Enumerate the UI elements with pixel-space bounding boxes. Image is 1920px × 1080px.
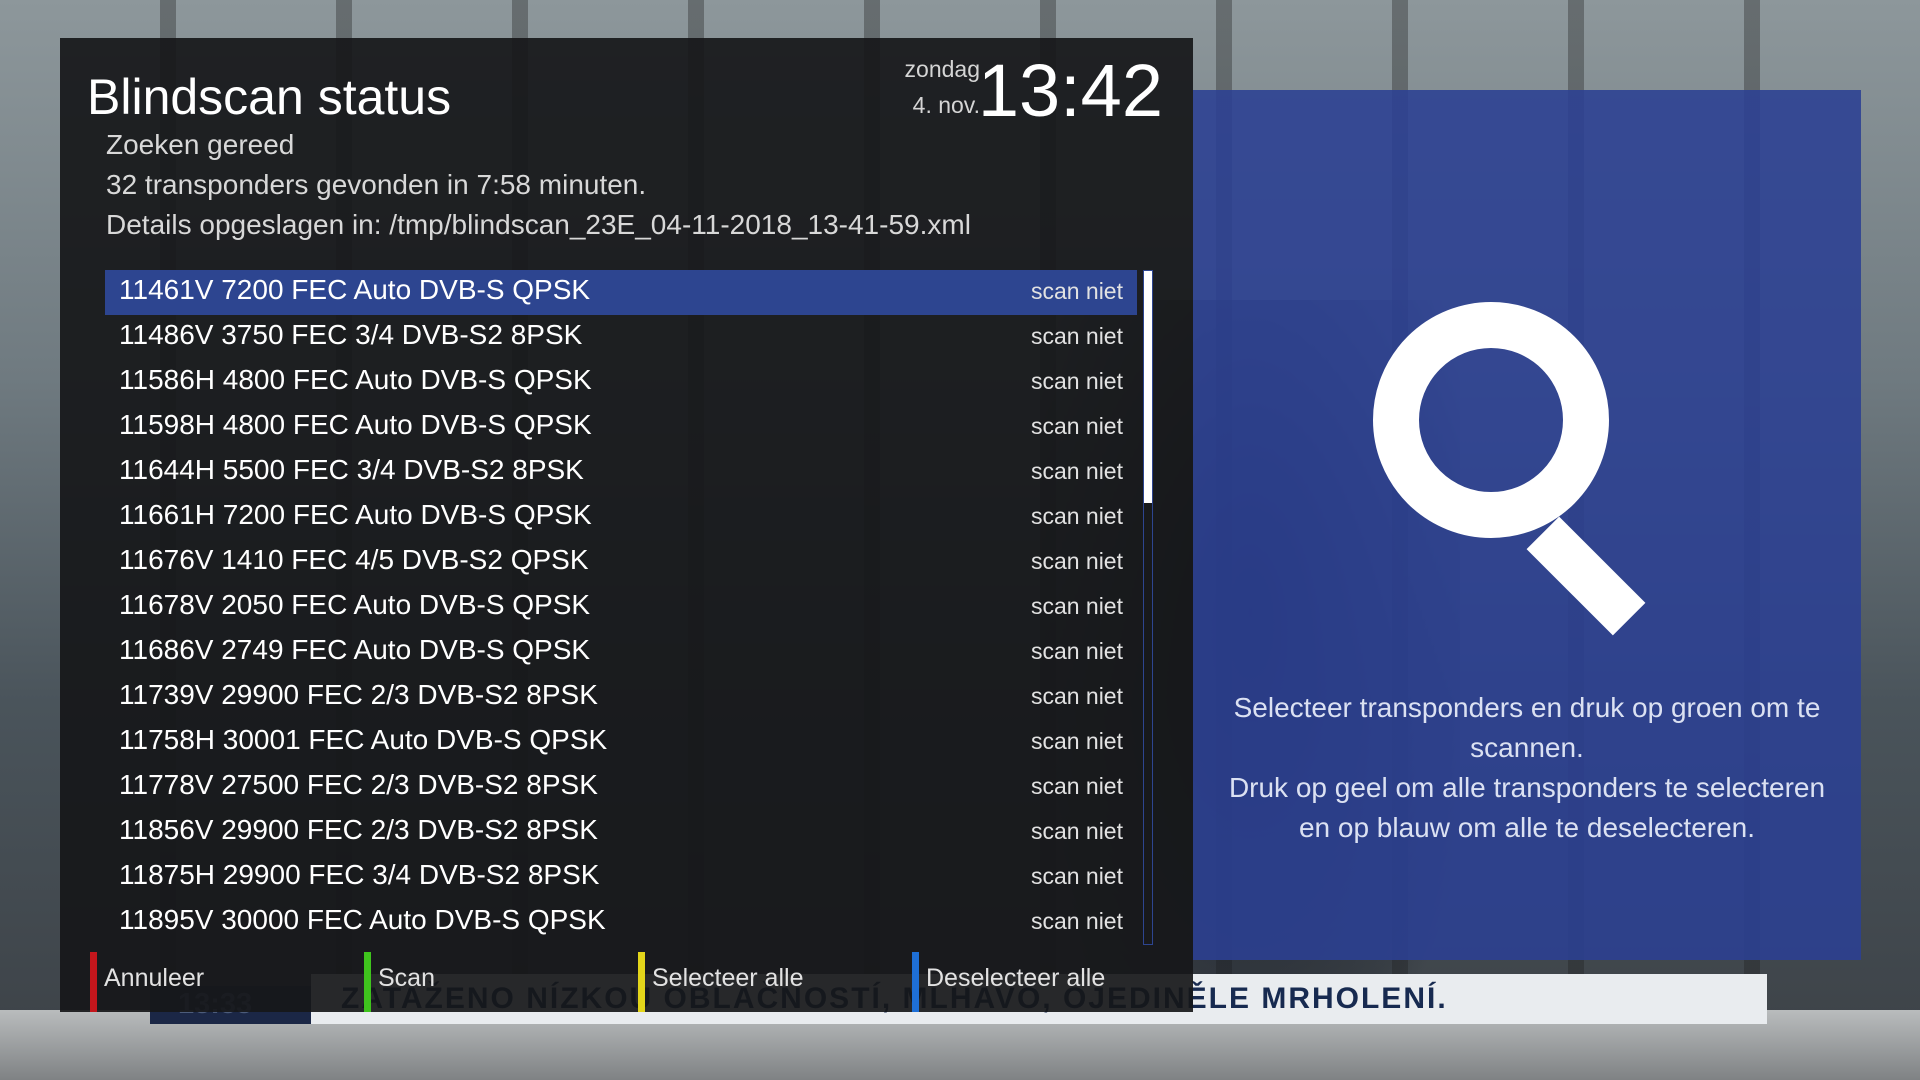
status-line-found-count: 32 transponders gevonden in 7:58 minuten… bbox=[106, 169, 647, 200]
transponder-row[interactable]: 11875H 29900 FEC 3/4 DVB-S2 8PSK scan nie… bbox=[105, 855, 1137, 900]
transponder-label: 11686V 2749 FEC Auto DVB-S QPSK bbox=[119, 634, 591, 665]
transponder-scan-status: scan niet bbox=[1030, 908, 1123, 934]
transponder-row[interactable]: 11661H 7200 FEC Auto DVB-S QPSK scan niet bbox=[105, 495, 1137, 540]
transponder-scan-status: scan niet bbox=[1030, 638, 1123, 664]
transponder-scan-status: scan niet bbox=[1030, 323, 1123, 349]
transponder-label: 11875H 29900 FEC 3/4 DVB-S2 8PSK bbox=[119, 859, 600, 890]
status-line-details-path: Details opgeslagen in: /tmp/blindscan_23… bbox=[106, 209, 971, 240]
transponder-row[interactable]: 11678V 2050 FEC Auto DVB-S QPSK scan niet bbox=[105, 585, 1137, 630]
transponder-scan-status: scan niet bbox=[1030, 458, 1123, 484]
green-button-label: Scan bbox=[378, 964, 435, 992]
transponder-scan-status: scan niet bbox=[1030, 728, 1123, 754]
list-scrollbar-thumb[interactable] bbox=[1144, 271, 1152, 503]
clock-date: 4. nov. bbox=[912, 92, 980, 118]
transponder-row[interactable]: 11739V 29900 FEC 2/3 DVB-S2 8PSK scan nie… bbox=[105, 675, 1137, 720]
transponder-row[interactable]: 11895V 30000 FEC Auto DVB-S QPSK scan nie… bbox=[105, 900, 1137, 945]
clock-day: zondag bbox=[904, 56, 980, 82]
red-key-indicator bbox=[90, 952, 97, 1012]
transponder-label: 11676V 1410 FEC 4/5 DVB-S2 QPSK bbox=[119, 544, 589, 575]
yellow-key-indicator bbox=[638, 952, 645, 1012]
transponder-label: 11758H 30001 FEC Auto DVB-S QPSK bbox=[119, 724, 608, 755]
transponder-list[interactable]: 11461V 7200 FEC Auto DVB-S QPSK scan niet… bbox=[105, 270, 1137, 945]
transponder-row[interactable]: 11686V 2749 FEC Auto DVB-S QPSK scan niet bbox=[105, 630, 1137, 675]
transponder-label: 11461V 7200 FEC Auto DVB-S QPSK bbox=[119, 274, 591, 305]
transponder-label: 11598H 4800 FEC Auto DVB-S QPSK bbox=[119, 409, 592, 440]
transponder-scan-status: scan niet bbox=[1030, 413, 1123, 439]
transponder-scan-status: scan niet bbox=[1030, 818, 1123, 844]
search-icon bbox=[1373, 302, 1646, 636]
yellow-button-label: Selecteer alle bbox=[652, 964, 804, 992]
transponder-label: 11856V 29900 FEC 2/3 DVB-S2 8PSK bbox=[119, 814, 598, 845]
green-key-indicator bbox=[364, 952, 371, 1012]
transponder-row[interactable]: 11586H 4800 FEC Auto DVB-S QPSK scan niet bbox=[105, 360, 1137, 405]
transponder-scan-status: scan niet bbox=[1030, 773, 1123, 799]
help-panel: Selecteer transponders en druk op groen … bbox=[1193, 90, 1861, 960]
red-button-label: Annuleer bbox=[104, 964, 205, 992]
transponder-label: 11678V 2050 FEC Auto DVB-S QPSK bbox=[119, 589, 591, 620]
transponder-row[interactable]: 11758H 30001 FEC Auto DVB-S QPSK scan nie… bbox=[105, 720, 1137, 765]
transponder-label: 11486V 3750 FEC 3/4 DVB-S2 8PSK bbox=[119, 319, 583, 350]
transponder-scan-status: scan niet bbox=[1030, 593, 1123, 619]
transponder-row[interactable]: 11644H 5500 FEC 3/4 DVB-S2 8PSK scan niet bbox=[105, 450, 1137, 495]
transponder-label: 11739V 29900 FEC 2/3 DVB-S2 8PSK bbox=[119, 679, 598, 710]
transponder-label: 11644H 5500 FEC 3/4 DVB-S2 8PSK bbox=[119, 454, 584, 485]
transponder-row[interactable]: 11778V 27500 FEC 2/3 DVB-S2 8PSK scan nie… bbox=[105, 765, 1137, 810]
help-text-line2: Druk op geel om alle transponders te sel… bbox=[1228, 772, 1826, 843]
status-line-search-done: Zoeken gereed bbox=[106, 129, 295, 160]
transponder-row[interactable]: 11486V 3750 FEC 3/4 DVB-S2 8PSK scan niet bbox=[105, 315, 1137, 360]
help-text-line1: Selecteer transponders en druk op groen … bbox=[1233, 692, 1821, 763]
transponder-row[interactable]: 11461V 7200 FEC Auto DVB-S QPSK scan niet bbox=[105, 270, 1137, 315]
transponder-label: 11895V 30000 FEC Auto DVB-S QPSK bbox=[119, 904, 606, 935]
transponder-scan-status: scan niet bbox=[1030, 863, 1123, 889]
blue-button-label: Deselecteer alle bbox=[926, 964, 1106, 992]
transponder-row[interactable]: 11676V 1410 FEC 4/5 DVB-S2 QPSK scan niet bbox=[105, 540, 1137, 585]
transponder-scan-status: scan niet bbox=[1030, 503, 1123, 529]
clock-time: 13:42 bbox=[977, 49, 1163, 132]
transponder-row[interactable]: 11598H 4800 FEC Auto DVB-S QPSK scan niet bbox=[105, 405, 1137, 450]
page-title: Blindscan status bbox=[87, 69, 452, 125]
blue-key-indicator bbox=[912, 952, 919, 1012]
transponder-scan-status: scan niet bbox=[1030, 548, 1123, 574]
help-text: Selecteer transponders en druk op groen … bbox=[1213, 688, 1841, 848]
transponder-scan-status: scan niet bbox=[1030, 278, 1123, 304]
transponder-label: 11778V 27500 FEC 2/3 DVB-S2 8PSK bbox=[119, 769, 598, 800]
transponder-scan-status: scan niet bbox=[1030, 368, 1123, 394]
transponder-row[interactable]: 11856V 29900 FEC 2/3 DVB-S2 8PSK scan nie… bbox=[105, 810, 1137, 855]
blindscan-status-panel: Blindscan status zondag 4. nov. 13:42 Zo… bbox=[60, 38, 1193, 1012]
list-scrollbar[interactable] bbox=[1143, 270, 1153, 945]
transponder-label: 11661H 7200 FEC Auto DVB-S QPSK bbox=[119, 499, 592, 530]
transponder-label: 11586H 4800 FEC Auto DVB-S QPSK bbox=[119, 364, 592, 395]
transponder-scan-status: scan niet bbox=[1030, 683, 1123, 709]
